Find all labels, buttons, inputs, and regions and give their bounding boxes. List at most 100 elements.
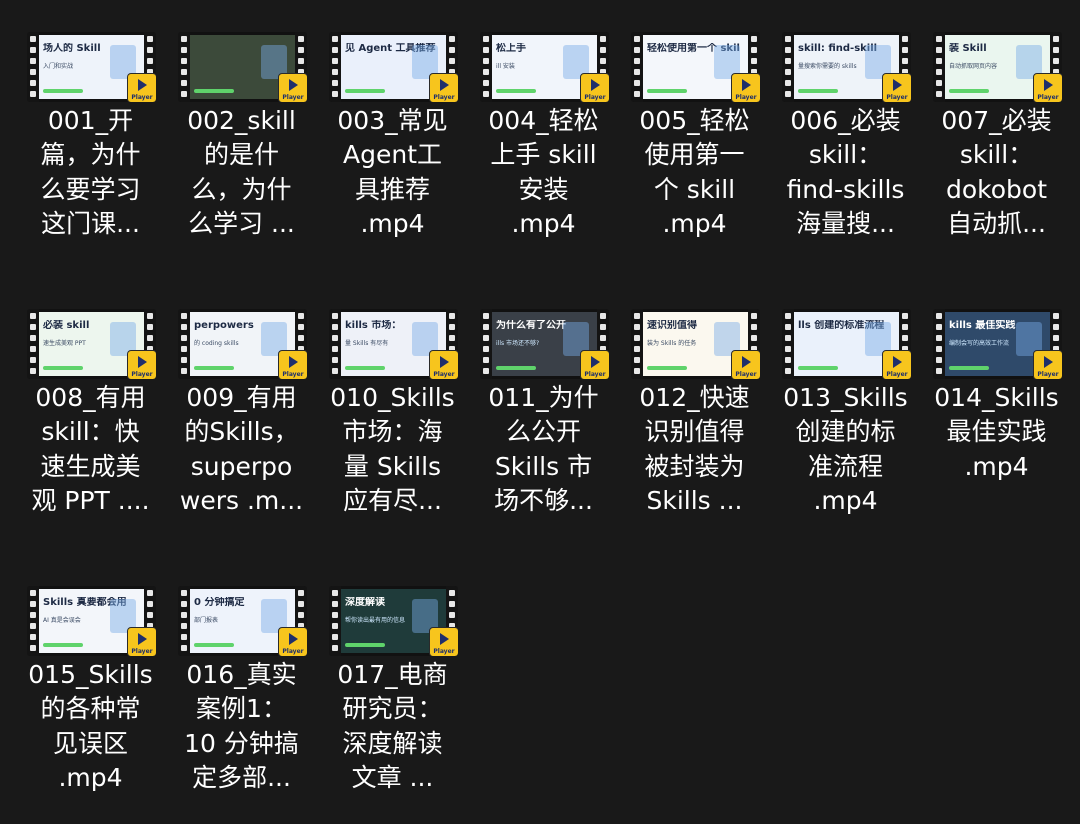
file-name-line: 自动抓... <box>947 209 1046 239</box>
film-hole <box>902 335 908 341</box>
film-hole <box>634 335 640 341</box>
film-hole <box>147 313 153 319</box>
film-hole <box>332 313 338 319</box>
video-thumbnail: perpowers 的 coding skills Player <box>178 309 307 379</box>
play-icon <box>289 633 298 645</box>
video-file-item[interactable]: 轻松使用第一个 skil Player 005_轻松 使用第一个 skill .mp4 <box>607 0 760 270</box>
film-hole <box>936 368 942 374</box>
film-hole <box>147 58 153 64</box>
video-file-item[interactable]: 0 分钟搞定 部门报表 Player 016_真实 案例1： 10 分钟搞 定多部... <box>154 554 307 824</box>
film-hole <box>483 58 489 64</box>
video-file-item[interactable]: 装 Skill 自动抓取网页内容 Player 007_必装 skill： dokobot… <box>909 0 1062 270</box>
player-app-icon: Player <box>429 350 458 379</box>
play-icon <box>1044 79 1053 91</box>
video-file-item[interactable]: kills 市场：量 Skills 有尽有 Player 010_Skills 市场：… <box>305 277 458 547</box>
film-hole <box>298 47 304 53</box>
player-badge-label: Player <box>735 371 757 378</box>
film-hole <box>751 324 757 330</box>
film-hole <box>634 346 640 352</box>
video-file-item[interactable]: 深度解读 帮你读出最有用的信息 Player 017_电商 研究员： 深度解读 文章 ... <box>305 554 458 824</box>
film-hole <box>332 357 338 363</box>
film-strip-left <box>933 32 945 102</box>
play-icon <box>591 79 600 91</box>
video-file-item[interactable]: 为什么有了公开 ills 市场还不够? Player 011_为什 么公开 Skills … <box>456 277 609 547</box>
film-hole <box>902 58 908 64</box>
player-app-icon: Player <box>127 627 156 656</box>
player-badge-label: Player <box>1037 371 1059 378</box>
video-file-item[interactable]: 必装 skill 速生成美观 PPT Player 008_有用 skill：快 速生成美… <box>3 277 156 547</box>
video-file-item[interactable]: 速识别值得 装为 Skills 的任务 Player 012_快速 识别值得 被封装为 Sk… <box>607 277 760 547</box>
film-hole <box>634 91 640 97</box>
video-file-item[interactable]: 松上手 ill 安装 Player 004_轻松 上手 skill 安装 .mp4 <box>456 0 609 270</box>
film-strip-left <box>631 32 643 102</box>
film-hole <box>751 335 757 341</box>
film-hole <box>936 313 942 319</box>
film-hole <box>449 36 455 42</box>
player-app-icon: Player <box>278 350 307 379</box>
film-hole <box>449 612 455 618</box>
video-file-item[interactable]: lls 创建的标准流程 Player 013_Skills 创建的标 准流程 .mp4 <box>758 277 911 547</box>
film-hole <box>785 91 791 97</box>
player-badge-label: Player <box>282 648 304 655</box>
thumbnail-accent-bar <box>43 643 83 647</box>
thumbnail-accent-bar <box>647 89 687 93</box>
film-hole <box>332 623 338 629</box>
film-strip-left <box>329 32 341 102</box>
film-hole <box>936 346 942 352</box>
film-hole <box>483 324 489 330</box>
film-hole <box>332 36 338 42</box>
film-strip-left <box>329 586 341 656</box>
film-hole <box>751 47 757 53</box>
video-file-item[interactable]: Skills 真要都会用 AI 真是会误会 Player 015_Skills 的各种常… <box>3 554 156 824</box>
film-hole <box>30 601 36 607</box>
film-hole <box>483 69 489 75</box>
film-hole <box>634 324 640 330</box>
film-hole <box>600 335 606 341</box>
thumbnail-subtitle: 入门和实战 <box>43 63 74 70</box>
play-icon <box>1044 356 1053 368</box>
film-hole <box>332 69 338 75</box>
film-hole <box>181 357 187 363</box>
film-hole <box>332 47 338 53</box>
video-file-item[interactable]: Player 002_skill 的是什 么，为什 么学习 ... <box>154 0 307 270</box>
player-badge-label: Player <box>433 371 455 378</box>
video-thumbnail: 速识别值得 装为 Skills 的任务 Player <box>631 309 760 379</box>
video-thumbnail: 必装 skill 速生成美观 PPT Player <box>27 309 156 379</box>
video-thumbnail: kills 最佳实践 编制会写的高效工作流 Player <box>933 309 1062 379</box>
film-hole <box>30 368 36 374</box>
video-file-item[interactable]: skill: find-skill 量搜索你需要的 skills Player 006… <box>758 0 911 270</box>
film-hole <box>298 324 304 330</box>
film-hole <box>298 601 304 607</box>
thumbnail-accent-bar <box>798 89 838 93</box>
player-app-icon: Player <box>731 73 760 102</box>
film-hole <box>181 634 187 640</box>
film-hole <box>483 36 489 42</box>
film-hole <box>785 324 791 330</box>
player-app-icon: Player <box>429 627 458 656</box>
thumbnail-accent-bar <box>496 366 536 370</box>
video-file-item[interactable]: 见 Agent 工具推荐 Player 003_常见 Agent工 具推荐 .mp4 <box>305 0 458 270</box>
thumbnail-accent-bar <box>345 366 385 370</box>
video-file-item[interactable]: 场人的 Skill 入门和实战 Player 001_开 篇，为什 么要学习 这门课... <box>3 0 156 270</box>
film-hole <box>30 58 36 64</box>
video-file-item[interactable]: perpowers 的 coding skills Player 009_有用 的Ski… <box>154 277 307 547</box>
player-app-icon: Player <box>127 350 156 379</box>
film-hole <box>332 601 338 607</box>
film-hole <box>1053 335 1059 341</box>
film-hole <box>634 368 640 374</box>
film-hole <box>181 590 187 596</box>
player-badge-label: Player <box>433 94 455 101</box>
film-hole <box>147 601 153 607</box>
film-hole <box>785 36 791 42</box>
film-strip-left <box>27 309 39 379</box>
film-hole <box>147 612 153 618</box>
player-badge-label: Player <box>433 648 455 655</box>
film-hole <box>936 58 942 64</box>
thumbnail-accent-bar <box>194 366 234 370</box>
film-hole <box>181 47 187 53</box>
film-hole <box>1053 36 1059 42</box>
thumbnail-accent-bar <box>798 366 838 370</box>
film-hole <box>1053 313 1059 319</box>
video-file-item[interactable]: kills 最佳实践 编制会写的高效工作流 Player 014_Skills 最佳实践… <box>909 277 1062 547</box>
film-hole <box>30 623 36 629</box>
